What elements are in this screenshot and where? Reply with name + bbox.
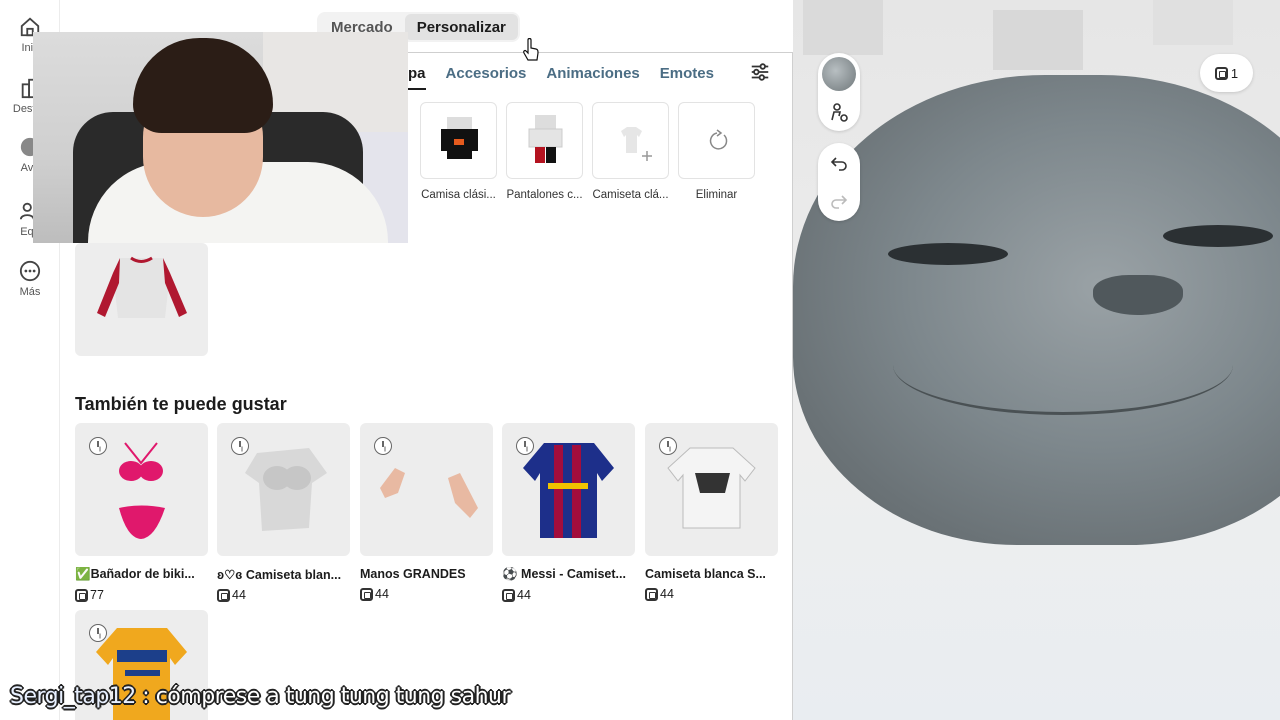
tab-customize[interactable]: Personalizar xyxy=(404,14,518,40)
webcam-hair xyxy=(133,38,273,133)
catalog-card[interactable]: ʚ♡ɞ Camiseta blan... 44 xyxy=(217,423,350,602)
robux-icon xyxy=(360,587,373,601)
robux-icon xyxy=(502,588,515,602)
price-value: 77 xyxy=(90,588,104,602)
card-thumb xyxy=(645,423,778,556)
webcam-overlay xyxy=(33,32,408,243)
card-name: Manos GRANDES xyxy=(360,567,466,581)
seal-avatar xyxy=(793,75,1280,545)
clock-icon xyxy=(231,437,249,455)
card-name: Camiseta blanca S... xyxy=(645,567,766,581)
robux-balance-value: 1 xyxy=(1230,65,1239,81)
clock-icon xyxy=(659,437,677,455)
avatar-settings-icon[interactable] xyxy=(829,103,849,123)
worn-thumb xyxy=(506,102,583,179)
worn-label: Camisa clási... xyxy=(421,189,496,201)
card-price: 77 xyxy=(75,588,208,602)
card-name: ✅Bañador de biki... xyxy=(75,567,195,581)
clock-icon xyxy=(89,437,107,455)
catalog-card[interactable]: ⚽ Messi - Camiset... 44 xyxy=(502,423,635,602)
raglan-shirt-icon xyxy=(97,256,187,318)
tab-animations[interactable]: Animaciones xyxy=(546,65,639,90)
caption-username: Sergi_tap12 xyxy=(10,684,136,709)
worn-thumb xyxy=(420,102,497,179)
worn-item[interactable]: Camisa clási... xyxy=(420,102,497,201)
worn-thumb xyxy=(678,102,755,179)
avatar-options-group xyxy=(818,53,860,131)
catalog-card[interactable]: Camiseta blanca S... 44 xyxy=(645,423,778,601)
caption-message: : cómprese a tung tung tung sahur xyxy=(135,684,511,709)
card-price: 44 xyxy=(360,587,493,601)
clock-icon xyxy=(89,624,107,642)
robux-icon xyxy=(75,588,88,602)
tab-clothing[interactable]: pa xyxy=(408,65,426,90)
clock-icon xyxy=(516,437,534,455)
recommendations-title: También te puede gustar xyxy=(75,394,287,414)
card-price: 44 xyxy=(645,587,778,601)
filter-icon[interactable] xyxy=(749,61,771,83)
worn-item[interactable]: Eliminar xyxy=(678,102,755,201)
rail-item-more[interactable]: Más xyxy=(0,260,60,298)
redo-icon[interactable] xyxy=(829,191,849,211)
currently-wearing-row: Camisa clási... Pantalones c... Camiseta… xyxy=(420,102,755,201)
worn-label: Pantalones c... xyxy=(506,189,583,201)
tab-accessories[interactable]: Accesorios xyxy=(446,65,527,90)
card-price: 44 xyxy=(502,588,635,602)
worn-item[interactable]: Camiseta clá... xyxy=(592,102,669,201)
card-name: ⚽ Messi - Camiset... xyxy=(502,567,626,581)
classic-shirt-icon xyxy=(441,117,478,159)
card-name: ʚ♡ɞ Camiseta blan... xyxy=(217,568,342,582)
robux-balance[interactable]: 1 xyxy=(1200,54,1253,92)
reset-icon xyxy=(709,129,728,150)
history-controls xyxy=(818,143,860,221)
hand-cursor-icon xyxy=(523,38,539,61)
catalog-card[interactable]: Manos GRANDES 44 xyxy=(360,423,493,601)
undo-icon[interactable] xyxy=(829,153,849,173)
avatar-thumbnail-button[interactable] xyxy=(822,57,856,91)
category-tabs: pa Accesorios Animaciones Emotes xyxy=(408,65,734,90)
card-thumb xyxy=(360,423,493,556)
avatar-viewport[interactable] xyxy=(793,0,1280,720)
more-icon xyxy=(19,260,41,282)
worn-item[interactable]: Pantalones c... xyxy=(506,102,583,201)
price-value: 44 xyxy=(517,588,531,602)
worn-label: Eliminar xyxy=(695,189,738,201)
seal-mouth xyxy=(893,315,1233,415)
catalog-card[interactable]: ✅Bañador de biki... 77 xyxy=(75,423,208,602)
card-thumb xyxy=(217,423,350,556)
worn-label: Camiseta clá... xyxy=(592,189,669,201)
bg-block xyxy=(803,0,883,55)
owned-item-card[interactable] xyxy=(75,243,208,356)
robux-icon xyxy=(217,588,230,602)
bg-block xyxy=(1153,0,1233,45)
classic-pants-icon xyxy=(528,115,563,163)
card-thumb xyxy=(502,423,635,556)
seal-eye xyxy=(888,243,1008,265)
price-value: 44 xyxy=(660,587,674,601)
rail-item-label: Más xyxy=(19,286,41,298)
robux-icon xyxy=(645,587,658,601)
stream-caption: Sergi_tap12 : cómprese a tung tung tung … xyxy=(10,684,511,709)
clock-icon xyxy=(374,437,392,455)
worn-thumb xyxy=(592,102,669,179)
bg-block xyxy=(993,10,1083,70)
card-price: 44 xyxy=(217,588,350,602)
card-thumb xyxy=(75,423,208,556)
seal-eye xyxy=(1163,225,1273,247)
add-tshirt-icon xyxy=(621,127,652,161)
price-value: 44 xyxy=(375,587,389,601)
price-value: 44 xyxy=(232,588,246,602)
tab-emotes[interactable]: Emotes xyxy=(660,65,714,90)
robux-icon xyxy=(1214,66,1228,80)
seal-nose xyxy=(1093,275,1183,315)
